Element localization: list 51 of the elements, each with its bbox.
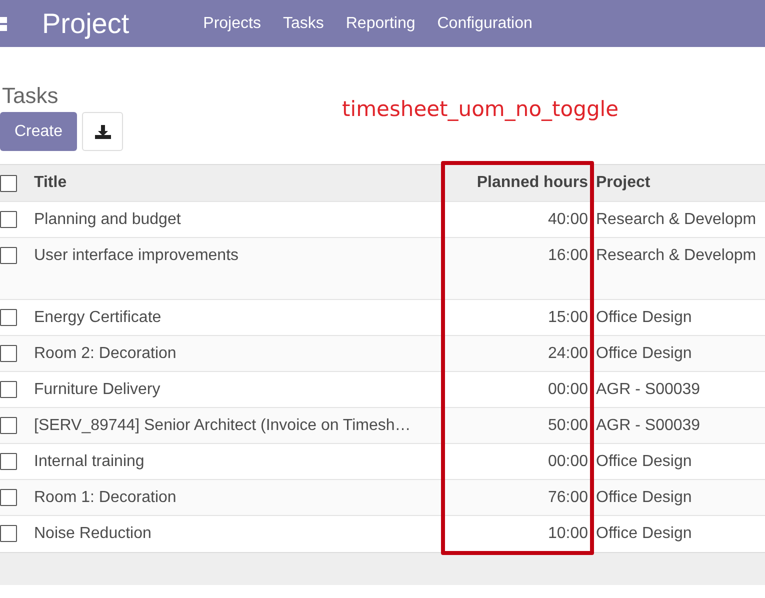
- download-button[interactable]: [82, 112, 123, 151]
- menu-item[interactable]: Reporting: [346, 14, 416, 32]
- table-cell: Furniture Delivery: [34, 380, 160, 398]
- row-checkbox[interactable]: [0, 417, 17, 434]
- create-button[interactable]: Create: [0, 112, 77, 151]
- apps-menu-icon[interactable]: [0, 16, 7, 30]
- row-checkbox[interactable]: [0, 525, 17, 542]
- table-cell: Research & Developm: [596, 210, 756, 228]
- table-cell: Office Design: [596, 488, 692, 506]
- table-cell: 24:00: [548, 344, 588, 362]
- table-cell: 40:00: [548, 210, 588, 228]
- table-cell: 50:00: [548, 416, 588, 434]
- table-cell: 16:00: [548, 247, 588, 264]
- download-icon: [94, 124, 110, 138]
- table-cell: 76:00: [548, 488, 588, 506]
- table-cell: AGR - S00039: [596, 380, 700, 398]
- column-header[interactable]: Planned hours: [476, 174, 588, 191]
- row-checkbox[interactable]: [0, 211, 17, 228]
- column-header[interactable]: Title: [34, 174, 67, 191]
- table-cell: Planning and budget: [34, 210, 181, 228]
- table-cell: 00:00: [548, 452, 588, 470]
- table-cell: Office Design: [596, 308, 692, 326]
- table-cell: AGR - S00039: [596, 416, 700, 434]
- annotation-text: timesheet_uom_no_toggle: [342, 97, 619, 121]
- table-cell: Office Design: [596, 452, 692, 470]
- table-cell: Office Design: [596, 524, 692, 542]
- row-checkbox[interactable]: [0, 345, 17, 362]
- table-cell: Noise Reduction: [34, 524, 152, 542]
- table-cell: Research & Developm: [596, 247, 756, 264]
- menu-item[interactable]: Configuration: [437, 14, 532, 32]
- select-all-checkbox[interactable]: [0, 174, 17, 192]
- menu-item[interactable]: Projects: [203, 14, 261, 32]
- table-cell: User interface improvements: [34, 247, 239, 264]
- table-cell: 10:00: [548, 524, 588, 542]
- menu-item[interactable]: Tasks: [282, 14, 324, 32]
- row-checkbox[interactable]: [0, 489, 17, 506]
- column-header[interactable]: Project: [596, 174, 650, 191]
- row-checkbox[interactable]: [0, 309, 17, 326]
- table-cell: Internal training: [34, 452, 144, 470]
- table-cell: Room 2: Decoration: [34, 344, 176, 362]
- table-cell: Room 1: Decoration: [34, 488, 176, 506]
- table-cell: 00:00: [548, 380, 588, 398]
- table-cell: Energy Certificate: [34, 308, 162, 326]
- row-checkbox[interactable]: [0, 381, 17, 398]
- table-cell: 15:00: [548, 308, 588, 326]
- table-cell: Office Design: [596, 344, 692, 362]
- row-checkbox[interactable]: [0, 453, 17, 470]
- row-checkbox[interactable]: [0, 247, 17, 264]
- page-title: Tasks: [1, 83, 60, 109]
- app-title: Project: [42, 8, 130, 40]
- table-cell: [SERV_89744] Senior Architect (Invoice on Timesh…: [34, 416, 411, 434]
